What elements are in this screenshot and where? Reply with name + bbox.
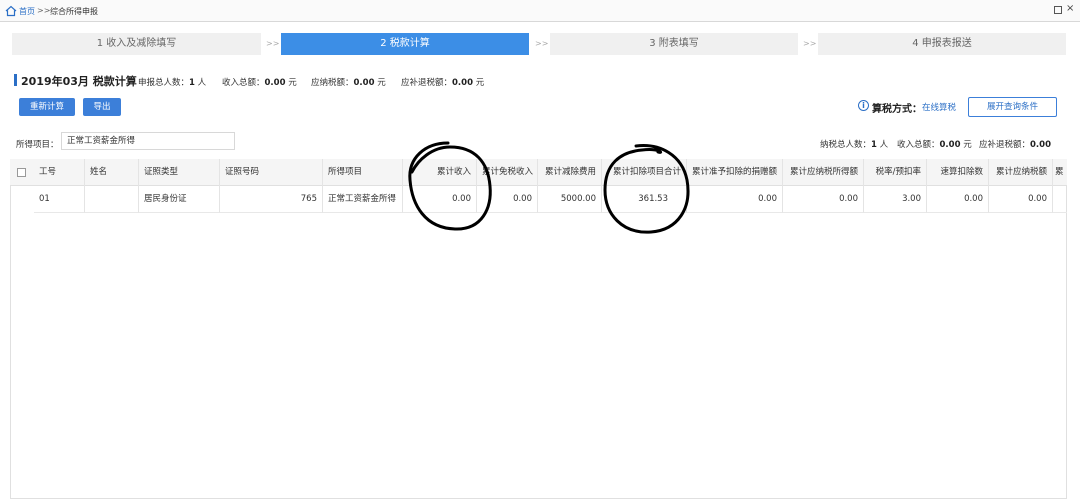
step-2-tax-calculation[interactable]: 2 税款计算 — [281, 33, 529, 55]
expand-query-button[interactable]: 展开查询条件 — [968, 97, 1057, 117]
header-income-item[interactable]: 所得项目 — [323, 159, 403, 186]
row-tax-rate: 3.00 — [864, 186, 927, 213]
home-icon[interactable] — [5, 5, 17, 17]
row-income-item: 正常工资薪金所得 — [323, 186, 403, 213]
title-accent-bar — [14, 74, 17, 86]
header-cumulative-income[interactable]: 累计收入 — [403, 159, 477, 186]
step-1-income-deduction[interactable]: 1 收入及减除填写 — [12, 33, 261, 55]
breadcrumb-bar: 首页 >> 综合所得申报 × — [0, 0, 1080, 22]
calc-mode-value[interactable]: 在线算税 — [922, 101, 956, 113]
header-cumulative-taxable-income[interactable]: 累计应纳税所得额 — [783, 159, 864, 186]
calc-mode-label: 算税方式： — [872, 104, 922, 115]
export-button[interactable]: 导出 — [83, 98, 121, 116]
row-cumulative-tax-payable: 0.00 — [989, 186, 1053, 213]
header-cumulative-deduction-fee[interactable]: 累计减除费用 — [538, 159, 602, 186]
step-arrow-icon: >> — [803, 39, 817, 48]
step-4-submit[interactable]: 4 申报表报送 — [818, 33, 1066, 55]
header-id-type[interactable]: 证照类型 — [139, 159, 220, 186]
tax-payable-total: 应纳税额：0.00 元 — [311, 78, 386, 88]
close-window-icon[interactable]: × — [1066, 3, 1074, 14]
declarers-count: 申报总人数：1 人 — [138, 78, 207, 88]
row-truncated-column — [1053, 186, 1067, 213]
header-id-number[interactable]: 证照号码 — [220, 159, 323, 186]
income-item-filter-label: 所得项目： — [16, 140, 59, 150]
header-cumulative-tax-payable[interactable]: 累计应纳税额 — [989, 159, 1053, 186]
step-arrow-icon: >> — [266, 39, 280, 48]
header-cumulative-tax-free-income[interactable]: 累计免税收入 — [477, 159, 538, 186]
step-arrow-icon: >> — [535, 39, 549, 48]
row-name — [85, 186, 139, 213]
right-income-total: 收入总额：0.00 元 — [897, 140, 972, 150]
taxpayers-count: 纳税总人数：1 人 — [820, 140, 889, 150]
header-cumulative-donation[interactable]: 累计准予扣除的捐赠额 — [687, 159, 783, 186]
row-id-type: 居民身份证 — [139, 186, 220, 213]
row-cumulative-income: 0.00 — [403, 186, 477, 213]
select-all-checkbox[interactable] — [17, 168, 26, 177]
breadcrumb-home-link[interactable]: 首页 — [19, 6, 35, 17]
row-quick-deduction: 0.00 — [927, 186, 989, 213]
breadcrumb-separator: >> — [37, 6, 51, 15]
step-3-attachment[interactable]: 3 附表填写 — [550, 33, 798, 55]
header-employee-id[interactable]: 工号 — [34, 159, 85, 186]
header-truncated-column[interactable]: 累 — [1053, 159, 1067, 186]
breadcrumb-current: 综合所得申报 — [50, 7, 98, 16]
income-item-filter-input[interactable]: 正常工资薪金所得 — [61, 132, 235, 150]
income-total: 收入总额：0.00 元 — [222, 78, 297, 88]
header-cumulative-deduction-total[interactable]: 累计扣除项目合计 — [602, 159, 687, 186]
right-refund-total: 应补退税额：0.00 — [979, 140, 1051, 150]
header-name[interactable]: 姓名 — [85, 159, 139, 186]
header-tax-rate[interactable]: 税率/预扣率 — [864, 159, 927, 186]
page-title: 2019年03月 税款计算 — [21, 75, 137, 88]
row-cumulative-taxable-income: 0.00 — [783, 186, 864, 213]
row-employee-id: 01 — [34, 186, 85, 213]
row-cumulative-tax-free-income: 0.00 — [477, 186, 538, 213]
row-cumulative-deduction-fee: 5000.00 — [538, 186, 602, 213]
row-id-number: 765 — [220, 186, 323, 213]
recalculate-button[interactable]: 重新计算 — [19, 98, 75, 116]
info-icon[interactable]: i — [858, 100, 869, 111]
refund-total: 应补退税额：0.00 元 — [401, 78, 485, 88]
header-quick-deduction[interactable]: 速算扣除数 — [927, 159, 989, 186]
row-cumulative-donation: 0.00 — [687, 186, 783, 213]
row-cumulative-deduction-total: 361.53 — [602, 186, 687, 213]
restore-window-icon[interactable] — [1054, 6, 1062, 14]
